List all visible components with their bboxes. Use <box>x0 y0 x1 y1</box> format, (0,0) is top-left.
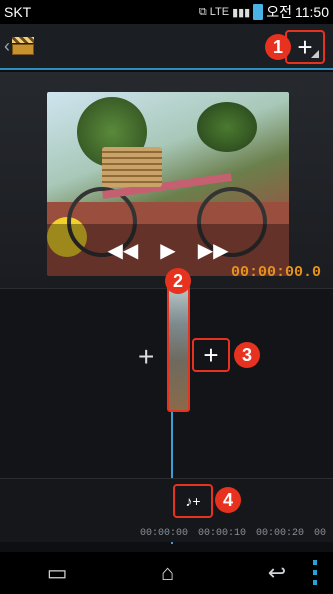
status-right: ⧉ LTE ▮▮▮ 오전 11:50 <box>199 2 329 22</box>
ruler-tick: 00:00:00 <box>140 528 189 539</box>
add-media-button[interactable]: + <box>285 30 325 64</box>
add-clip-button[interactable]: + <box>192 338 230 372</box>
clapper-body <box>12 44 34 55</box>
plant-shape <box>197 102 257 152</box>
add-clip-before-icon[interactable]: + <box>138 341 154 373</box>
fast-forward-icon[interactable]: ▶▶ <box>198 238 229 263</box>
play-icon[interactable]: ▶ <box>160 238 175 263</box>
clapperboard-icon[interactable] <box>12 37 34 55</box>
dropdown-corner-icon <box>311 50 319 58</box>
add-audio-button[interactable]: ♪+ <box>173 484 213 518</box>
recent-apps-icon[interactable]: ▭ <box>47 560 68 586</box>
time-ruler: 00:00:00 00:00:10 00:00:20 00 <box>140 528 333 542</box>
preview-area: ◀◀ ▶ ▶▶ <box>0 72 333 288</box>
rewind-icon[interactable]: ◀◀ <box>108 238 139 263</box>
plus-icon: + <box>203 340 219 370</box>
ampm-label: 오전 <box>266 4 292 20</box>
ruler-tick: 00:00:10 <box>198 528 247 539</box>
network-label: LTE <box>209 6 230 18</box>
ruler-tick: 00 <box>314 528 327 539</box>
status-bar: SKT ⧉ LTE ▮▮▮ 오전 11:50 <box>0 0 333 24</box>
screen-icon: ⧉ <box>198 5 207 18</box>
timecode-display: 00:00:00.0 <box>230 264 321 281</box>
carrier-label: SKT <box>4 4 32 20</box>
bicycle-basket <box>102 147 162 187</box>
overflow-menu-icon[interactable] <box>313 560 317 586</box>
clock-time: 11:50 <box>295 4 329 20</box>
back-chevron-icon[interactable]: ‹ <box>4 36 10 57</box>
signal-icon: ▮▮▮ <box>232 6 251 19</box>
clapper-top <box>12 37 34 43</box>
video-clip-thumbnail[interactable] <box>167 285 190 412</box>
callout-badge-2: 2 <box>165 268 191 294</box>
callout-badge-3: 3 <box>234 342 260 368</box>
action-bar: ‹ + 1 <box>0 24 333 70</box>
system-nav-bar: ▭ ⌂ ↩ <box>0 552 333 594</box>
callout-badge-4: 4 <box>215 487 241 513</box>
battery-icon <box>253 4 264 20</box>
back-icon[interactable]: ↩ <box>268 560 286 586</box>
callout-badge-1: 1 <box>265 34 291 60</box>
add-audio-icon: ♪+ <box>185 493 201 509</box>
home-icon[interactable]: ⌂ <box>161 560 174 586</box>
ruler-tick: 00:00:20 <box>256 528 305 539</box>
